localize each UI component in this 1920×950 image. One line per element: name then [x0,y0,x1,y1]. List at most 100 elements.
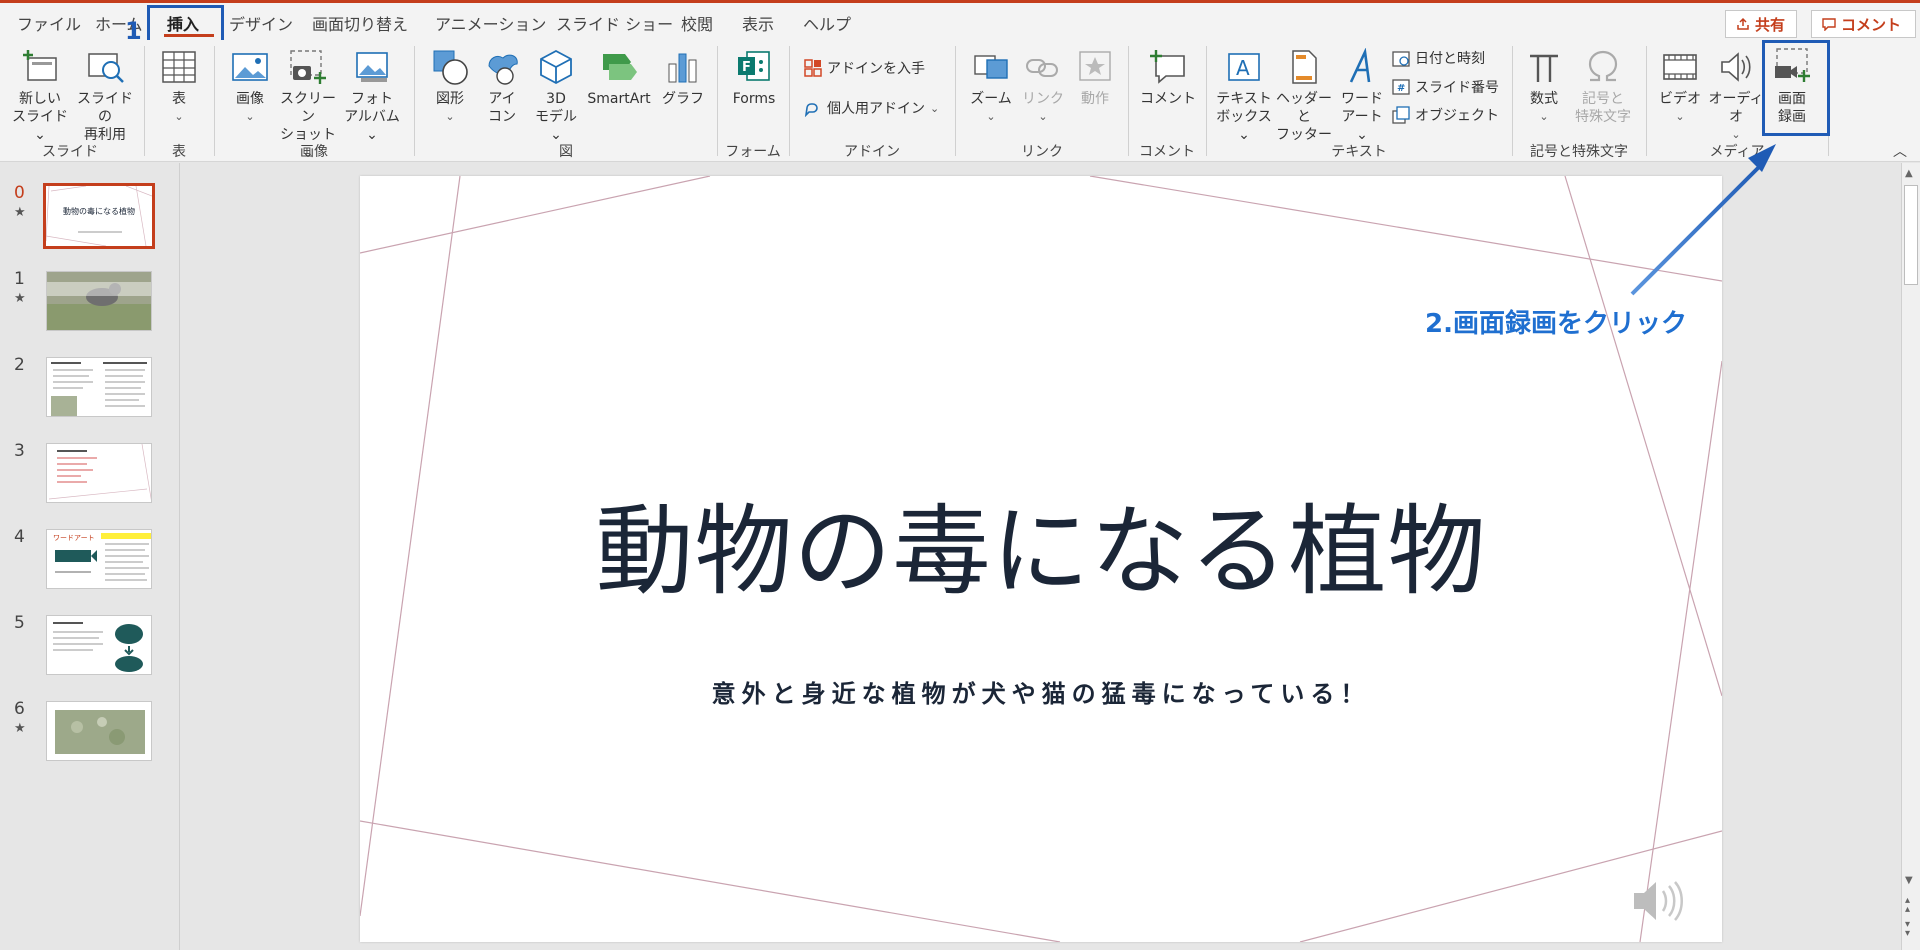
icons-icon [488,54,518,85]
slide-title[interactable]: 動物の毒になる植物 [360,472,1722,614]
3d-models-label-2: モデル ⌄ [535,109,577,143]
slide-subtitle[interactable]: 意外と身近な植物が犬や猫の猛毒になっている！ [360,674,1722,709]
reuse-slides-icon [88,53,124,83]
zoom-label: ズーム [970,91,1012,107]
group-separator [1512,46,1513,156]
slide-thumbnail-5[interactable] [46,615,152,675]
slide-thumbnail-2[interactable] [46,357,152,417]
audio-label: オーディオ [1708,91,1764,125]
tab-transitions[interactable]: 画面切り替え [312,11,408,35]
equation-button[interactable]: 数式 ⌄ [1523,48,1565,126]
slide-thumbnail-6[interactable] [46,701,152,761]
tab-file[interactable]: ファイル [17,11,81,35]
wordart-button[interactable]: ワード アート ⌄ [1334,48,1390,144]
chart-button[interactable]: グラフ [658,48,708,108]
shapes-button[interactable]: 図形 ⌄ [426,48,474,126]
reuse-slides-button[interactable]: スライドの 再利用 [72,48,138,144]
chart-label: グラフ [662,91,704,107]
tab-review[interactable]: 校閲 [681,11,713,35]
annotation-highlight-insert-tab [147,5,224,44]
video-icon [1663,54,1697,80]
collapse-ribbon-button[interactable]: ︿ [1893,141,1907,161]
thumbnail-preview [48,444,151,501]
cat-photo-thumbnail [47,272,151,330]
slide-thumbnail-1[interactable] [46,271,152,331]
slide-thumbnail-0[interactable]: 動物の毒になる植物 [43,183,155,249]
comments-button[interactable]: コメント [1811,10,1916,38]
tab-animations[interactable]: アニメーション [435,11,546,35]
group-label-symbols: 記号と特殊文字 [1530,144,1628,160]
zoom-button[interactable]: ズーム ⌄ [968,48,1014,126]
photo-album-label-1: フォト [351,91,393,107]
table-button[interactable]: 表 ⌄ [156,48,202,126]
tab-help[interactable]: ヘルプ [803,11,851,35]
group-separator [789,46,790,156]
my-addins-button[interactable]: 個人用アドイン ⌄ [804,98,939,118]
new-comment-button[interactable]: コメント [1140,48,1196,108]
scroll-up-arrow-icon[interactable]: ▲ [1905,168,1913,179]
video-button[interactable]: ビデオ ⌄ [1656,48,1704,126]
link-button[interactable]: リンク ⌄ [1020,48,1066,126]
group-label-illustrations: 図 [559,144,573,160]
tab-design[interactable]: デザイン [229,11,293,35]
audio-speaker-icon[interactable] [1630,876,1686,926]
share-icon [1737,17,1749,30]
tab-view[interactable]: 表示 [742,11,774,35]
audio-button[interactable]: オーディオ ⌄ [1706,48,1766,144]
share-label: 共有 [1755,15,1786,34]
vertical-scrollbar[interactable]: ▲ ▼ ▴ ▴ ▾ ▾ [1901,163,1920,950]
get-addins-button[interactable]: アドインを入手 [804,58,925,78]
animation-star-icon: ★ [14,291,26,306]
thumbnail-number: 5 [14,613,25,633]
symbol-button[interactable]: 記号と 特殊文字 [1568,48,1638,126]
wordart-label-2: アート ⌄ [1341,109,1383,143]
current-slide[interactable]: 動物の毒になる植物 意外と身近な植物が犬や猫の猛毒になっている！ [360,176,1722,942]
ribbon-tabs: ファイル ホーム 挿入 デザイン 画面切り替え アニメーション スライド ショー… [0,3,1920,40]
scroll-down-arrow-icon[interactable]: ▼ [1905,875,1913,886]
omega-icon [1588,50,1618,82]
group-label-links: リンク [1021,144,1063,160]
slide-number-icon: # [1392,79,1410,95]
shapes-icon [433,50,468,85]
group-label-media: メディア [1709,144,1765,160]
photo-album-button[interactable]: フォト アルバム ⌄ [340,48,404,144]
icons-button[interactable]: アイ コン [480,48,524,126]
header-footer-button[interactable]: ヘッダーと フッター [1274,48,1334,144]
tab-slideshow[interactable]: スライド ショー [556,11,673,35]
image-button[interactable]: 画像 ⌄ [226,48,274,126]
new-slide-button[interactable]: 新しい スライド ⌄ [10,48,70,144]
group-label-table: 表 [172,144,186,160]
slide-thumbnail-4[interactable]: ワードアート [46,529,152,589]
image-icon [232,53,268,81]
icons-label-1: アイ [488,91,516,107]
3d-models-button[interactable]: 3D モデル ⌄ [528,48,584,144]
3d-models-label-1: 3D [546,91,566,107]
equation-label: 数式 [1530,91,1558,107]
annotation-highlight-screen-recording [1762,40,1830,136]
slide-thumbnail-3[interactable] [46,443,152,503]
smartart-button[interactable]: SmartArt [583,48,655,108]
scrollbar-thumb[interactable] [1904,185,1918,285]
new-slide-icon [23,50,57,81]
forms-button[interactable]: F Forms [727,48,781,108]
previous-slide-icon[interactable]: ▴ ▴ [1905,896,1910,915]
next-slide-icon[interactable]: ▾ ▾ [1905,920,1910,939]
svg-text:F: F [742,60,751,75]
object-button[interactable]: オブジェクト [1392,105,1499,125]
video-label: ビデオ [1659,91,1701,107]
slide-number-button[interactable]: # スライド番号 [1392,77,1499,97]
table-label: 表 [172,91,186,107]
date-time-button[interactable]: 日付と時刻 [1392,48,1485,68]
textbox-label-2: ボックス ⌄ [1216,109,1272,143]
group-label-text: テキスト [1331,144,1387,160]
textbox-button[interactable]: A テキスト ボックス ⌄ [1214,48,1274,144]
header-footer-label-1: ヘッダーと [1276,91,1332,125]
share-button[interactable]: 共有 [1725,10,1797,38]
link-label: リンク [1022,91,1064,107]
action-button[interactable]: 動作 [1072,48,1118,108]
thumbnail-number: 4 [14,527,25,547]
group-label-comments: コメント [1139,144,1195,160]
thumbnail-number: 1 [14,269,25,289]
calendar-icon [1392,51,1410,67]
screenshot-icon [290,50,326,84]
